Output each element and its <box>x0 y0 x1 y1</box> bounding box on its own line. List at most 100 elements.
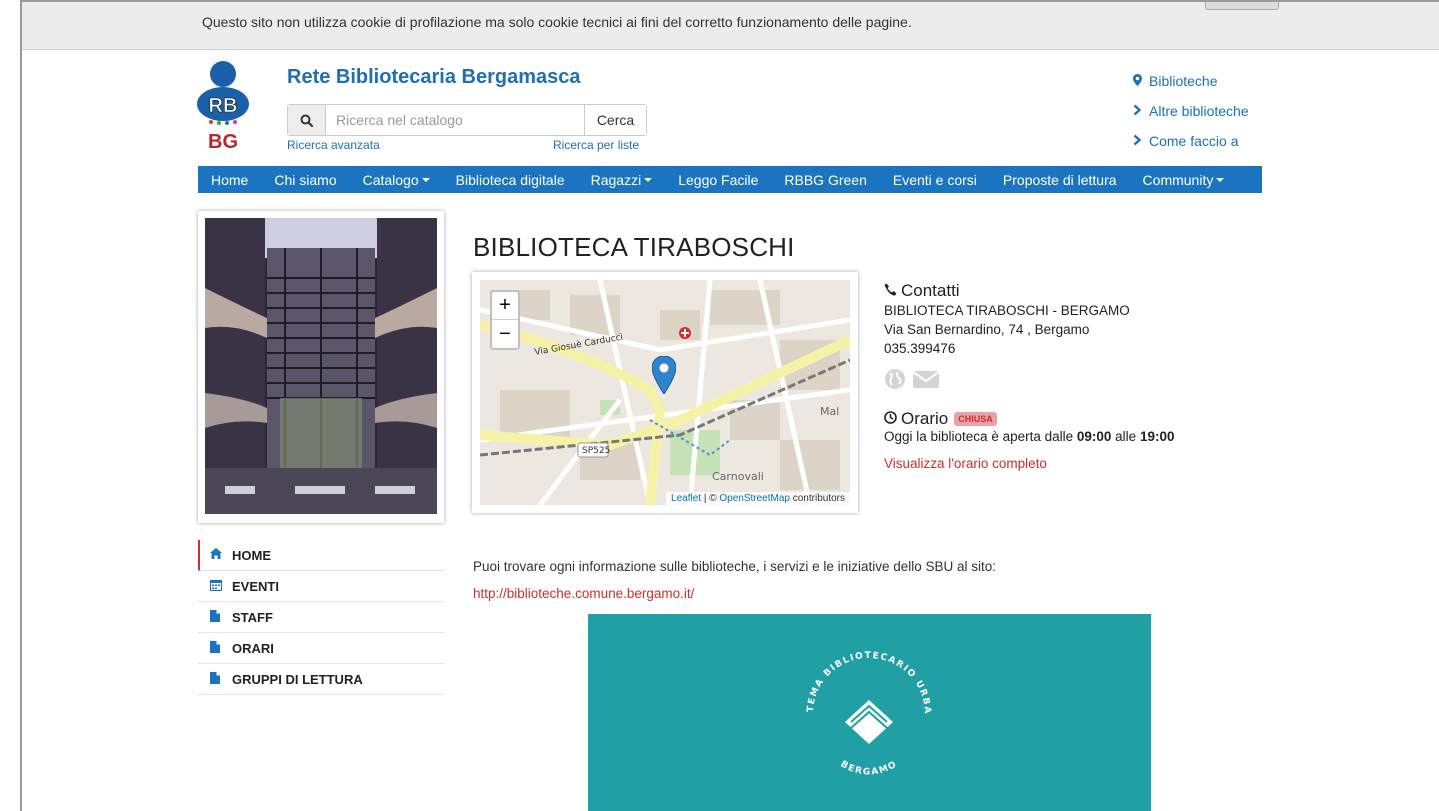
logo-arc-top-path: SISTEMA BIBLIOTECARIO URBANO <box>583 607 930 715</box>
contact-icons <box>884 368 1224 393</box>
nav-label: Biblioteca digitale <box>455 171 565 188</box>
nav-label: Proposte di lettura <box>1002 171 1117 188</box>
sidebar-item-label: EVENTI <box>232 578 279 594</box>
nav-catalogo[interactable]: Catalogo <box>350 172 443 188</box>
nav-leggo-facile[interactable]: Leggo Facile <box>665 172 771 188</box>
status-badge: CHIUSA <box>954 412 997 426</box>
caret-down-icon <box>1216 177 1225 182</box>
contacts-heading: Contatti <box>884 281 1224 301</box>
top-link-biblioteche[interactable]: Biblioteche <box>1133 66 1249 96</box>
sidebar-item-label: GRUPPI DI LETTURA <box>232 671 363 687</box>
orario-heading-text: Orario <box>901 409 949 428</box>
sidebar-item-gruppi-lettura[interactable]: GRUPPI DI LETTURA <box>198 664 445 695</box>
map[interactable]: Via Giosuè Carducci SP525 Carnovali Mal … <box>480 280 850 505</box>
sidebar-menu: HOME EVENTI STAFF ORARI GRUPPI DI LETTUR… <box>198 540 445 695</box>
nav-label: Chi siamo <box>274 171 337 188</box>
leaflet-link[interactable]: Leaflet <box>671 493 701 504</box>
nav-label: RBBG Green <box>784 171 867 188</box>
logo-arc-bottom: BERGAMO <box>839 759 900 777</box>
map-container: Via Giosuè Carducci SP525 Carnovali Mal … <box>472 272 858 513</box>
map-area-label: Carnovali <box>712 470 764 483</box>
nav-label: Leggo Facile <box>678 171 759 188</box>
nav-community[interactable]: Community <box>1130 172 1238 188</box>
contacts-heading-text: Contatti <box>901 281 960 300</box>
nav-home[interactable]: Home <box>198 172 261 188</box>
site-title[interactable]: Rete Bibliotecaria Bergamasca <box>287 66 580 89</box>
library-address: Via San Bernardino, 74 , Bergamo <box>884 322 1090 337</box>
sbu-website-link[interactable]: http://biblioteche.comune.bergamo.it/ <box>473 586 694 601</box>
cookie-banner: Questo sito non utilizza cookie di profi… <box>22 0 1439 50</box>
nav-rbbg-green[interactable]: RBBG Green <box>771 172 879 188</box>
sidebar-item-label: STAFF <box>232 609 273 625</box>
phone-icon <box>884 281 897 301</box>
zoom-out-button[interactable]: − <box>492 320 518 348</box>
globe-icon[interactable] <box>884 368 906 393</box>
caret-down-icon <box>644 177 653 182</box>
top-link-label: Altre biblioteche <box>1149 103 1249 119</box>
sidebar-item-label: ORARI <box>232 640 274 656</box>
hours-prefix: Oggi la biblioteca è aperta dalle <box>884 429 1077 444</box>
nav-chi-siamo[interactable]: Chi siamo <box>261 172 349 188</box>
file-icon <box>210 671 232 687</box>
orario-heading: Orario CHIUSA <box>884 409 1224 429</box>
library-phone: 035.399476 <box>884 341 956 356</box>
cookie-accept-button[interactable] <box>1205 2 1279 10</box>
opening-hours-today: Oggi la biblioteca è aperta dalle 09:00 … <box>884 429 1224 444</box>
top-link-label: Biblioteche <box>1149 73 1218 89</box>
close-time: 19:00 <box>1139 429 1175 444</box>
caret-down-icon <box>421 177 430 182</box>
top-links: Biblioteche Altre biblioteche Come facci… <box>1133 66 1249 156</box>
top-link-label: Come faccio a <box>1149 133 1239 149</box>
catalog-search: Cerca <box>287 104 647 136</box>
search-icon <box>288 105 326 135</box>
page-title: BIBLIOTECA TIRABOSCHI <box>473 232 795 262</box>
top-link-altre-biblioteche[interactable]: Altre biblioteche <box>1133 96 1249 126</box>
nav-ragazzi[interactable]: Ragazzi <box>578 172 666 188</box>
nav-label: Community <box>1142 171 1214 188</box>
map-zoom-control: + − <box>490 290 520 350</box>
map-marker-icon <box>1133 73 1149 89</box>
library-atrium-image <box>205 218 437 514</box>
map-attribution: Leaflet | © OpenStreetMap contributors <box>666 492 850 505</box>
zoom-in-button[interactable]: + <box>492 292 518 320</box>
library-name: BIBLIOTECA TIRABOSCHI - BERGAMO <box>884 303 1130 318</box>
search-input[interactable] <box>326 105 584 135</box>
nav-proposte-lettura[interactable]: Proposte di lettura <box>990 172 1130 188</box>
sidebar-item-eventi[interactable]: EVENTI <box>198 571 445 602</box>
info-text: Puoi trovare ogni informazione sulle bib… <box>473 559 997 574</box>
sbu-logo: SISTEMA BIBLIOTECARIO URBANO BERGAMO <box>583 607 932 778</box>
site-logo[interactable]: RB BG <box>193 60 253 160</box>
chevron-right-icon <box>1133 104 1149 119</box>
osm-link[interactable]: OpenStreetMap <box>719 493 790 504</box>
list-search-link[interactable]: Ricerca per liste <box>553 138 639 152</box>
hours-mid: alle <box>1111 429 1140 444</box>
calendar-icon <box>210 579 232 594</box>
nav-label: Home <box>211 171 249 188</box>
window-frame <box>0 0 22 811</box>
sbu-banner[interactable]: SISTEMA BIBLIOTECARIO URBANO BERGAMO <box>583 607 1151 811</box>
home-icon <box>210 548 232 562</box>
map-marker-icon[interactable] <box>652 356 676 394</box>
nav-eventi-corsi[interactable]: Eventi e corsi <box>880 172 990 188</box>
contacts-panel: Contatti BIBLIOTECA TIRABOSCHI - BERGAMO… <box>884 281 1224 471</box>
logo-arc-top: SISTEMA BIBLIOTECARIO URBANO <box>588 614 932 715</box>
advanced-search-link[interactable]: Ricerca avanzata <box>287 138 380 152</box>
nav-biblioteca-digitale[interactable]: Biblioteca digitale <box>443 172 578 188</box>
main-navbar: Home Chi siamo Catalogo Biblioteca digit… <box>198 166 1262 193</box>
sidebar-item-label: HOME <box>232 547 271 563</box>
search-button[interactable]: Cerca <box>584 105 646 135</box>
file-icon <box>210 640 232 656</box>
attribution-separator: | © <box>701 493 720 504</box>
logo-text-top: RB <box>209 95 238 117</box>
sidebar-item-staff[interactable]: STAFF <box>198 602 445 633</box>
full-hours-link[interactable]: Visualizza l'orario completo <box>884 456 1224 471</box>
sidebar-item-home[interactable]: HOME <box>198 540 445 571</box>
nav-label: Eventi e corsi <box>892 171 977 188</box>
top-link-come-faccio[interactable]: Come faccio a <box>1133 126 1249 156</box>
envelope-icon[interactable] <box>912 368 940 393</box>
map-edge-label: Mal <box>820 405 839 418</box>
nav-label: Catalogo <box>362 171 419 188</box>
map-road-label: SP525 <box>582 446 610 456</box>
cookie-text: Questo sito non utilizza cookie di profi… <box>202 14 912 30</box>
sidebar-item-orari[interactable]: ORARI <box>198 633 445 664</box>
